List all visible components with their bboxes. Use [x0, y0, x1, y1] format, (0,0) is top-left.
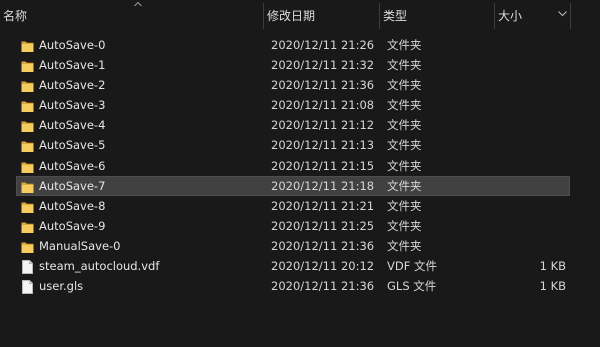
file-modified-date: 2020/12/11 20:12	[271, 259, 375, 274]
file-name: AutoSave-6	[39, 158, 106, 173]
folder-icon	[21, 58, 34, 73]
file-modified-date: 2020/12/11 21:21	[271, 198, 375, 213]
folder-icon	[21, 219, 34, 233]
file-type: GLS 文件	[387, 279, 437, 294]
file-name: AutoSave-4	[39, 118, 106, 133]
column-divider[interactable]	[570, 3, 571, 29]
file-type: 文件夹	[387, 78, 422, 93]
file-name: steam_autocloud.vdf	[39, 259, 160, 274]
file-name: user.gls	[39, 279, 84, 294]
folder-row[interactable]: AutoSave-4 2020/12/11 21:12 文件夹	[0, 115, 600, 135]
folder-icon	[21, 138, 34, 153]
file-icon	[21, 279, 34, 295]
file-explorer: 名称 修改日期 类型 大小 AutoSave-0 2020/12/11 21:26…	[0, 0, 600, 347]
file-modified-date: 2020/12/11 21:36	[271, 78, 375, 93]
file-modified-date: 2020/12/11 21:08	[271, 98, 375, 113]
file-type: VDF 文件	[387, 259, 437, 274]
folder-row[interactable]: AutoSave-7 2020/12/11 21:18 文件夹	[0, 175, 600, 196]
folder-icon	[21, 199, 34, 213]
file-type: 文件夹	[387, 198, 422, 213]
file-modified-date: 2020/12/11 21:12	[271, 118, 375, 133]
folder-icon	[21, 179, 34, 193]
folder-row[interactable]: AutoSave-0 2020/12/11 21:26 文件夹	[0, 35, 600, 55]
folder-row[interactable]: AutoSave-2 2020/12/11 21:36 文件夹	[0, 75, 600, 95]
folder-icon	[21, 118, 34, 133]
file-type: 文件夹	[387, 178, 422, 193]
column-dropdown-chevron-icon[interactable]	[558, 11, 567, 17]
column-size-label: 大小	[498, 9, 523, 23]
column-header-bar: 名称 修改日期 类型 大小	[0, 0, 600, 31]
folder-row[interactable]: AutoSave-1 2020/12/11 21:32 文件夹	[0, 55, 600, 75]
file-type: 文件夹	[387, 218, 422, 233]
file-row[interactable]: steam_autocloud.vdf 2020/12/11 20:12 VDF 文…	[0, 256, 600, 276]
file-size: 1 KB	[539, 259, 566, 274]
file-type: 文件夹	[387, 118, 422, 133]
folder-row[interactable]: AutoSave-3 2020/12/11 21:08 文件夹	[0, 95, 600, 115]
file-type: 文件夹	[387, 158, 422, 173]
file-row[interactable]: user.gls 2020/12/11 21:36 GLS 文件 1 KB	[0, 276, 600, 296]
file-name: AutoSave-3	[39, 98, 106, 113]
file-name: AutoSave-2	[39, 78, 106, 93]
folder-row[interactable]: AutoSave-6 2020/12/11 21:15 文件夹	[0, 156, 600, 176]
column-name-header[interactable]: 名称	[0, 0, 263, 31]
folder-icon	[21, 159, 34, 173]
file-type: 文件夹	[387, 98, 422, 113]
file-modified-date: 2020/12/11 21:32	[271, 58, 375, 73]
folder-row[interactable]: AutoSave-9 2020/12/11 21:25 文件夹	[0, 216, 600, 236]
file-modified-date: 2020/12/11 21:26	[271, 38, 375, 52]
file-name: AutoSave-5	[39, 138, 106, 153]
file-type: 文件夹	[387, 38, 422, 52]
column-name-label: 名称	[3, 9, 28, 23]
file-name: AutoSave-1	[39, 58, 106, 73]
folder-row[interactable]: AutoSave-5 2020/12/11 21:13 文件夹	[0, 135, 600, 155]
file-type: 文件夹	[387, 238, 422, 253]
file-name: AutoSave-9	[39, 218, 106, 233]
folder-icon	[21, 98, 34, 113]
file-icon	[21, 259, 34, 275]
file-name: AutoSave-7	[39, 178, 106, 193]
file-modified-date: 2020/12/11 21:15	[271, 158, 375, 173]
folder-icon	[21, 239, 34, 253]
folder-icon	[21, 78, 34, 93]
file-list: AutoSave-0 2020/12/11 21:26 文件夹 AutoSave-1 2…	[0, 35, 600, 296]
file-size: 1 KB	[539, 279, 566, 294]
file-modified-date: 2020/12/11 21:36	[271, 238, 375, 253]
column-date-label: 修改日期	[267, 9, 316, 23]
file-type: 文件夹	[387, 138, 422, 153]
file-name: ManualSave-0	[39, 238, 121, 253]
folder-row[interactable]: ManualSave-0 2020/12/11 21:36 文件夹	[0, 236, 600, 256]
file-type: 文件夹	[387, 58, 422, 73]
file-modified-date: 2020/12/11 21:13	[271, 138, 375, 153]
file-name: AutoSave-8	[39, 198, 106, 213]
folder-row[interactable]: AutoSave-8 2020/12/11 21:21 文件夹	[0, 196, 600, 216]
column-type-header[interactable]: 类型	[380, 0, 494, 31]
file-modified-date: 2020/12/11 21:18	[271, 178, 375, 193]
column-type-label: 类型	[383, 9, 408, 23]
file-modified-date: 2020/12/11 21:25	[271, 218, 375, 233]
column-date-header[interactable]: 修改日期	[264, 0, 379, 31]
folder-icon	[21, 38, 34, 52]
file-name: AutoSave-0	[39, 38, 106, 52]
file-modified-date: 2020/12/11 21:36	[271, 279, 375, 294]
